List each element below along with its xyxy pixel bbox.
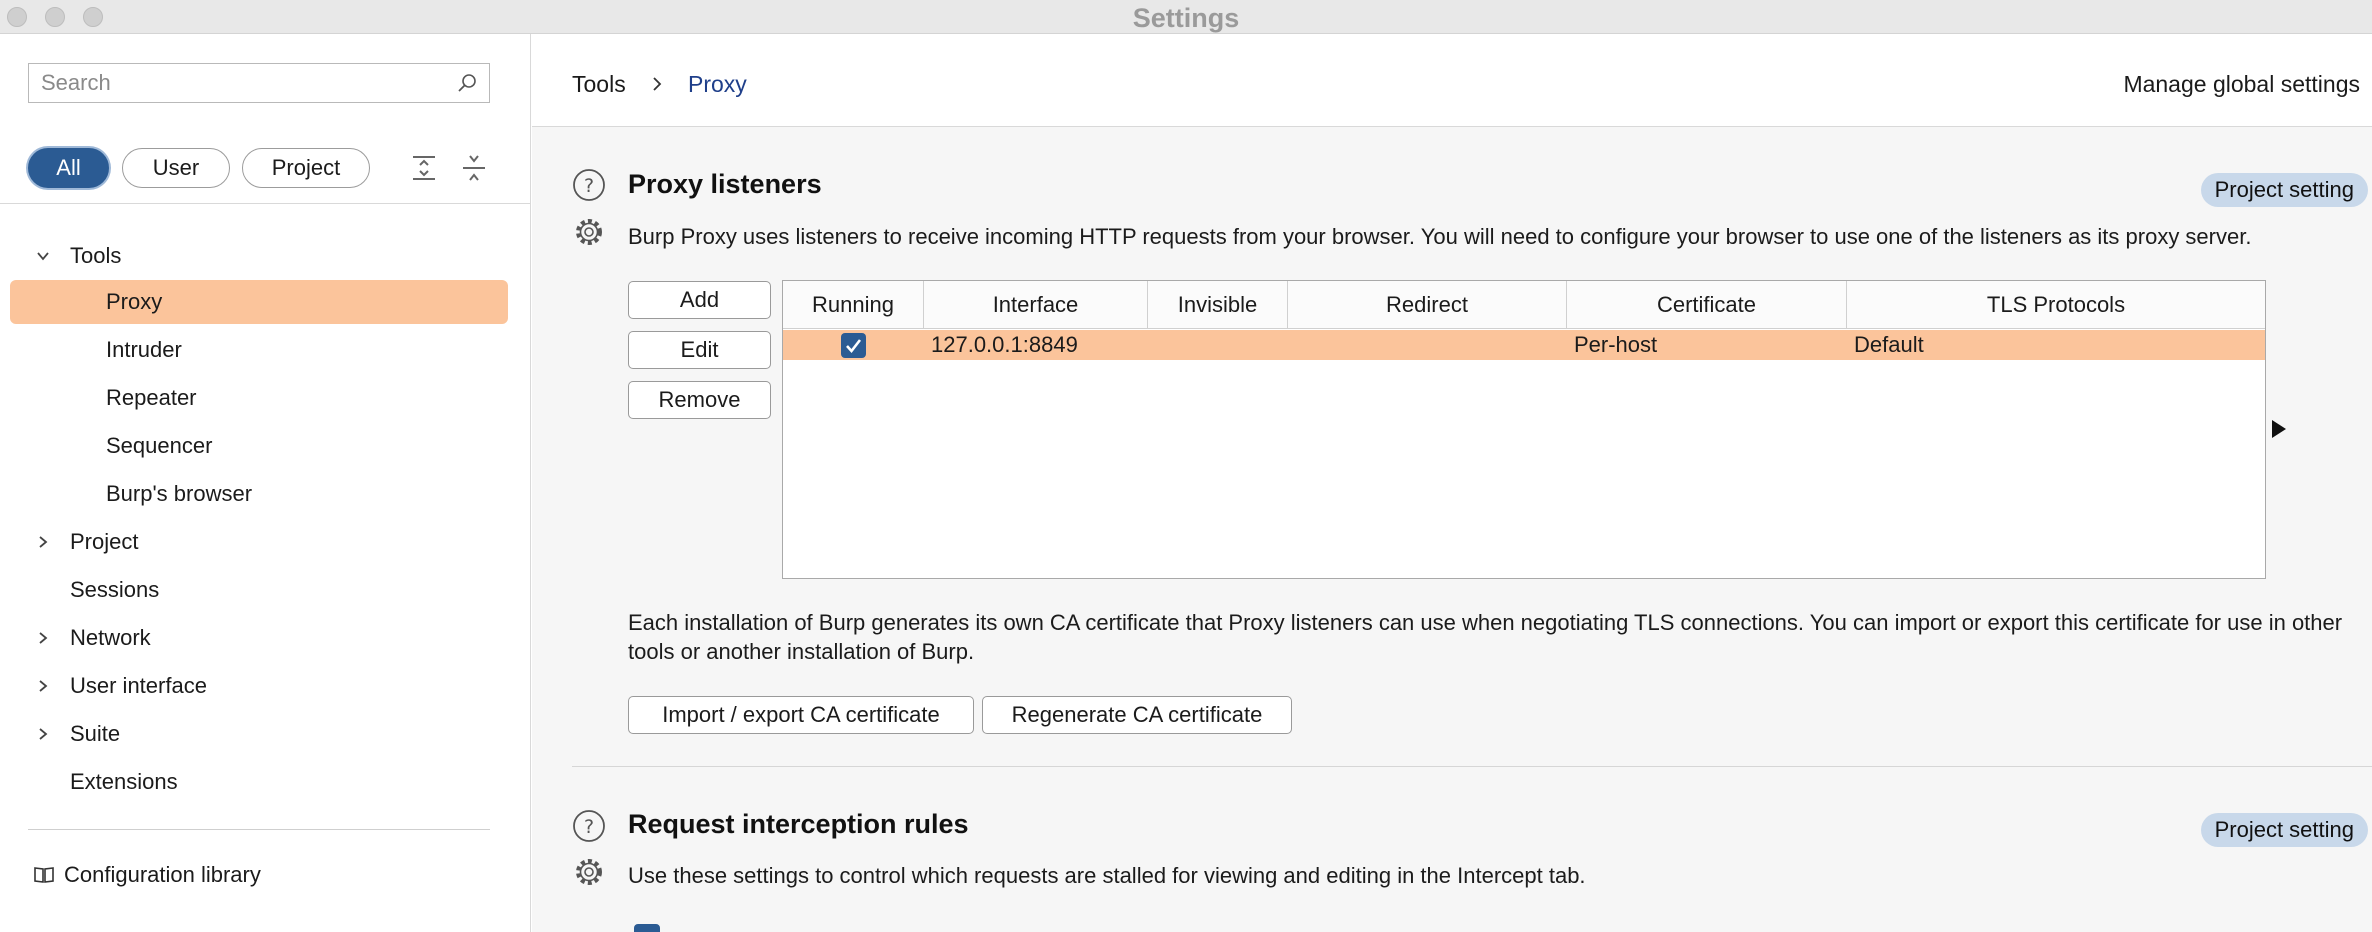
collapse-all-icon[interactable] — [460, 152, 488, 184]
regenerate-ca-button[interactable]: Regenerate CA certificate — [982, 696, 1292, 734]
filter-all-button[interactable]: All — [28, 148, 109, 188]
sidebar-item-label: Network — [70, 625, 151, 650]
sidebar-divider — [0, 203, 531, 204]
sidebar-bottom-divider — [28, 829, 490, 830]
svg-text:?: ? — [584, 175, 594, 197]
chevron-right-icon — [39, 728, 48, 740]
manage-global-settings-link[interactable]: Manage global settings — [2123, 71, 2360, 98]
column-header-certificate[interactable]: Certificate — [1567, 281, 1847, 329]
help-icon[interactable]: ? — [571, 167, 607, 203]
proxy-listeners-table[interactable]: Running Interface Invisible Redirect Cer… — [782, 280, 2266, 579]
chevron-down-icon — [37, 252, 49, 261]
expand-all-icon[interactable] — [410, 152, 438, 184]
breadcrumb-separator-icon — [653, 77, 662, 91]
cell-tls-protocols: Default — [1854, 332, 1924, 357]
ca-certificate-description: Each installation of Burp generates its … — [628, 610, 2343, 664]
chevron-right-icon — [39, 632, 48, 644]
sidebar-item-network[interactable]: Network — [28, 616, 508, 660]
section-divider — [572, 766, 2372, 767]
expand-arrow-icon[interactable] — [2270, 418, 2288, 440]
request-interception-title: Request interception rules — [628, 809, 969, 839]
project-setting-badge: Project setting — [2200, 813, 2368, 847]
column-header-tls-protocols[interactable]: TLS Protocols — [1847, 281, 2265, 329]
sidebar-item-intruder[interactable]: Intruder — [106, 328, 506, 372]
chevron-right-icon — [39, 680, 48, 692]
column-header-interface[interactable]: Interface — [924, 281, 1148, 329]
chevron-right-icon — [39, 536, 48, 548]
configuration-library-link[interactable]: Configuration library — [32, 853, 492, 897]
running-checkbox[interactable] — [841, 333, 866, 358]
column-header-redirect[interactable]: Redirect — [1288, 281, 1567, 329]
add-listener-button[interactable]: Add — [628, 281, 771, 319]
checkmark-icon — [846, 339, 862, 354]
sidebar-item-proxy[interactable]: Proxy — [10, 280, 508, 324]
sidebar-item-label: Tools — [70, 243, 122, 268]
configuration-library-label: Configuration library — [64, 862, 261, 887]
sidebar-item-extensions[interactable]: Extensions — [70, 760, 508, 804]
cell-certificate: Per-host — [1574, 332, 1658, 357]
sidebar-item-burps-browser[interactable]: Burp's browser — [106, 472, 506, 516]
search-box[interactable] — [28, 63, 490, 103]
help-icon[interactable]: ? — [571, 808, 607, 844]
svg-text:?: ? — [584, 816, 594, 838]
project-setting-badge: Project setting — [2200, 173, 2368, 207]
gear-icon[interactable] — [571, 214, 607, 250]
sidebar-item-label: Proxy — [106, 289, 163, 314]
filter-project-button[interactable]: Project — [242, 148, 370, 188]
import-export-ca-button[interactable]: Import / export CA certificate — [628, 696, 974, 734]
search-icon[interactable] — [457, 73, 477, 93]
sidebar-item-repeater[interactable]: Repeater — [106, 376, 506, 420]
proxy-listeners-description: Burp Proxy uses listeners to receive inc… — [628, 224, 2252, 249]
sidebar-item-sequencer[interactable]: Sequencer — [106, 424, 506, 468]
intercept-requests-checkbox[interactable] — [634, 924, 660, 932]
settings-header: Tools Proxy Manage global settings — [532, 34, 2372, 127]
edit-listener-button[interactable]: Edit — [628, 331, 771, 369]
sidebar-item-user-interface[interactable]: User interface — [28, 664, 508, 708]
sidebar-item-tools[interactable]: Tools — [28, 234, 508, 278]
filter-user-button[interactable]: User — [122, 148, 230, 188]
sidebar-item-label: Suite — [70, 721, 121, 746]
column-header-invisible[interactable]: Invisible — [1148, 281, 1288, 329]
title-bar: Settings — [0, 0, 2372, 34]
sidebar-item-project[interactable]: Project — [28, 520, 508, 564]
column-header-running[interactable]: Running — [783, 281, 924, 329]
sidebar: All User Project Tools Proxy Intruder Re… — [0, 34, 531, 932]
remove-listener-button[interactable]: Remove — [628, 381, 771, 419]
search-input[interactable] — [29, 64, 429, 102]
book-icon — [34, 867, 54, 883]
gear-icon[interactable] — [571, 854, 607, 890]
table-row[interactable]: 127.0.0.1:8849 Per-host Default — [783, 330, 2265, 360]
window-title: Settings — [1132, 3, 1240, 33]
breadcrumb-tools[interactable]: Tools — [572, 71, 626, 98]
proxy-listeners-title: Proxy listeners — [628, 169, 822, 199]
sidebar-item-label: Project — [70, 529, 139, 554]
sidebar-item-label: User interface — [70, 673, 207, 698]
sidebar-item-sessions[interactable]: Sessions — [70, 568, 508, 612]
cell-interface: 127.0.0.1:8849 — [931, 332, 1078, 357]
breadcrumb-proxy: Proxy — [688, 71, 747, 97]
request-interception-description: Use these settings to control which requ… — [628, 863, 1586, 888]
sidebar-item-suite[interactable]: Suite — [28, 712, 508, 756]
